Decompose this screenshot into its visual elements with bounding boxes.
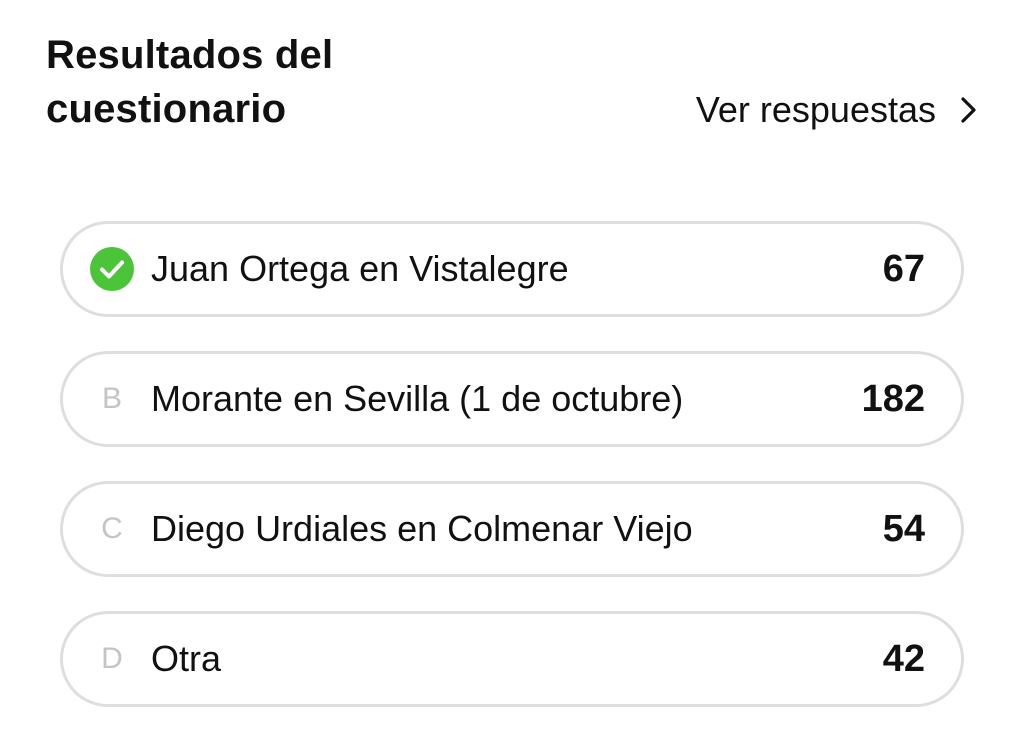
option-letter: B xyxy=(101,382,122,415)
option-label: Diego Urdiales en Colmenar Viejo xyxy=(151,508,693,549)
view-answers-label: Ver respuestas xyxy=(695,89,936,130)
chevron-right-icon xyxy=(961,97,976,123)
option-label: Morante en Sevilla (1 de octubre) xyxy=(151,378,684,419)
page-title: Resultados del cuestionario xyxy=(46,33,334,131)
option-marker: D xyxy=(90,637,134,681)
quiz-options-list: Juan Ortega en Vistalegre 67 B Morante e… xyxy=(60,221,964,707)
option-marker xyxy=(90,247,134,291)
option-d[interactable]: D Otra 42 xyxy=(60,611,964,707)
option-marker: C xyxy=(90,507,134,551)
vote-count: 42 xyxy=(882,638,925,680)
option-a[interactable]: Juan Ortega en Vistalegre 67 xyxy=(60,221,964,317)
vote-count: 54 xyxy=(882,508,925,550)
vote-count: 67 xyxy=(882,248,925,290)
option-c[interactable]: C Diego Urdiales en Colmenar Viejo 54 xyxy=(60,481,964,577)
vote-count: 182 xyxy=(861,378,925,420)
option-label: Juan Ortega en Vistalegre xyxy=(151,248,569,289)
option-b[interactable]: B Morante en Sevilla (1 de octubre) 182 xyxy=(60,351,964,447)
option-letter: C xyxy=(101,512,123,545)
option-marker: B xyxy=(90,377,134,421)
option-letter: D xyxy=(101,642,123,675)
option-label: Otra xyxy=(151,638,222,679)
check-circle-icon xyxy=(90,247,134,291)
view-answers-link[interactable]: Ver respuestas xyxy=(696,88,980,132)
